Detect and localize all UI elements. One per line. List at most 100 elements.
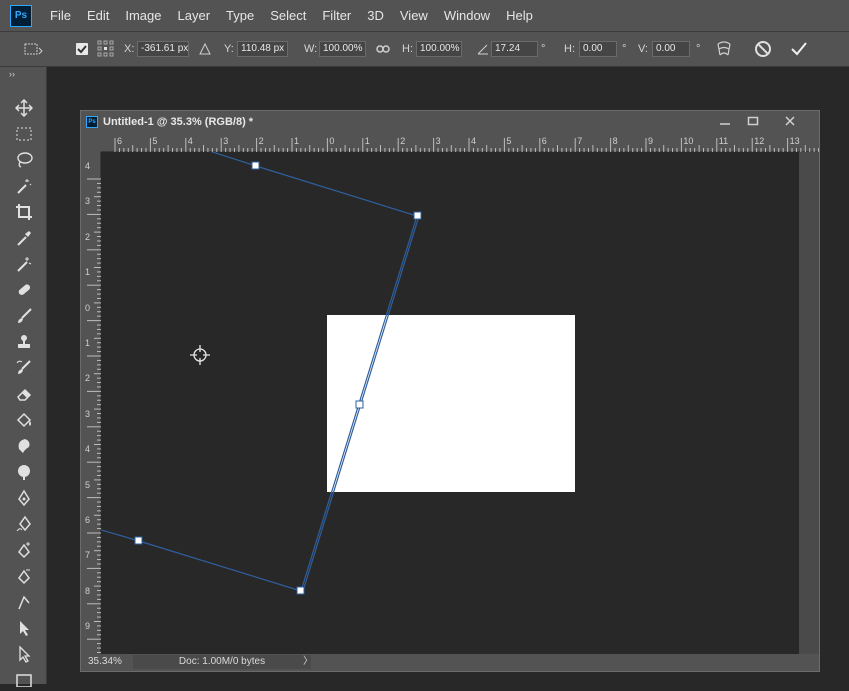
angle-unit: °	[541, 43, 546, 55]
canvas-area[interactable]	[101, 152, 799, 654]
x-label: X:	[124, 43, 135, 55]
document-ps-icon: Ps	[86, 116, 98, 128]
rotate-angle-field[interactable]: 17.24	[491, 41, 538, 57]
vertical-ruler[interactable]: 4 3 2 1 0 1 2 3 4 5 6 7 8 9	[83, 152, 101, 654]
ruler-top-label: 10	[683, 136, 694, 146]
menu-image[interactable]: Image	[117, 0, 169, 31]
ruler-left-label: 0	[85, 302, 91, 313]
bandage-tool-icon[interactable]	[12, 279, 36, 301]
ruler-top-label: 0	[329, 136, 335, 146]
ruler-left-label: 7	[85, 550, 91, 561]
zoom-level-field[interactable]: 35.34%	[85, 655, 130, 669]
freeform-pen-tool-icon[interactable]	[12, 513, 36, 535]
rectangle-tool-icon[interactable]	[12, 669, 36, 691]
ruler-top-label: 1	[294, 136, 300, 146]
crop-tool-icon[interactable]	[12, 201, 36, 223]
brush-tool-icon[interactable]	[12, 305, 36, 327]
blur-tool-icon[interactable]	[12, 435, 36, 457]
document-title: Untitled-1 @ 35.3% (RGB/8) *	[103, 116, 254, 128]
w-label: W:	[304, 43, 318, 55]
maximize-icon[interactable]	[746, 115, 760, 129]
move-tool-icon[interactable]	[12, 97, 36, 119]
status-bar: 35.34% Doc: 1.00M/0 bytes 〉	[81, 654, 819, 671]
ruler-left-label: 4	[85, 161, 91, 171]
photoshop-logo: Ps	[10, 4, 32, 27]
ruler-top-label: 13	[789, 136, 800, 146]
ruler-left-label: 4	[85, 444, 91, 455]
menu-select[interactable]: Select	[262, 0, 314, 31]
warp-mode-icon[interactable]	[714, 32, 734, 66]
eraser-tool-icon[interactable]	[12, 383, 36, 405]
dodge-tool-icon[interactable]	[12, 461, 36, 483]
ruler-origin[interactable]	[83, 134, 101, 152]
menu-type[interactable]: Type	[218, 0, 262, 31]
ruler-top-label: 7	[577, 136, 583, 146]
reference-point-checkbox[interactable]	[74, 32, 90, 66]
ruler-left-label: 3	[85, 196, 91, 207]
menu-help[interactable]: Help	[498, 0, 541, 31]
menu-filter[interactable]: Filter	[314, 0, 359, 31]
history-brush-tool-icon[interactable]	[12, 357, 36, 379]
magic-wand-tool-icon[interactable]	[12, 175, 36, 197]
relative-positioning-icon[interactable]	[198, 32, 212, 66]
ruler-left-label: 5	[85, 479, 91, 490]
collapse-toolbar-button[interactable]: ››	[9, 69, 15, 79]
cancel-transform-icon[interactable]	[754, 32, 772, 66]
ruler-left-label: 9	[85, 621, 91, 632]
transform-handle-bottom-right	[296, 586, 305, 595]
width-field[interactable]: 100.00%	[319, 41, 366, 57]
document-tab[interactable]: Ps Untitled-1 @ 35.3% (RGB/8) *	[81, 111, 819, 134]
eyedropper-tool-icon[interactable]	[12, 227, 36, 249]
reference-point-locator-icon[interactable]	[96, 32, 116, 66]
horizontal-skew-field[interactable]: 0.00	[579, 41, 617, 57]
menu-bar: Ps File Edit Image Layer Type Select Fil…	[0, 0, 849, 31]
y-position-field[interactable]: 110.48 px	[237, 41, 288, 57]
menu-layer[interactable]: Layer	[170, 0, 219, 31]
path-selection-tool-icon[interactable]	[12, 617, 36, 639]
commit-transform-icon[interactable]	[789, 32, 809, 66]
close-icon[interactable]	[783, 115, 797, 129]
x-position-field[interactable]: -361.61 px	[137, 41, 189, 57]
transform-tool-preset-icon[interactable]	[22, 32, 44, 66]
clone-stamp-tool-icon[interactable]	[12, 331, 36, 353]
ruler-top-label: 5	[152, 136, 158, 146]
document-info: Doc: 1.00M/0 bytes	[133, 655, 311, 669]
vskew-label: V:	[638, 43, 648, 55]
minimize-icon[interactable]	[718, 115, 732, 129]
rotate-angle-icon	[476, 32, 490, 66]
h-label: H:	[402, 43, 413, 55]
hskew-unit: °	[622, 43, 627, 55]
vertical-scrollbar[interactable]	[799, 152, 819, 654]
menu-edit[interactable]: Edit	[79, 0, 117, 31]
menu-file[interactable]: File	[42, 0, 79, 31]
ruler-top-label: 3	[435, 136, 441, 146]
lasso-tool-icon[interactable]	[12, 149, 36, 171]
healing-brush-tool-icon[interactable]	[12, 253, 36, 275]
tools-panel: ››	[0, 67, 47, 687]
reference-point-icon	[190, 345, 210, 365]
delete-anchor-point-tool-icon[interactable]	[12, 565, 36, 587]
horizontal-ruler[interactable]: 6 5 4 3 2 1 0 1 2 3 4 5 6 7 8 9 10 11 12 13	[101, 134, 819, 152]
ruler-top-label: 12	[754, 136, 765, 146]
ruler-left-label: 6	[85, 515, 91, 525]
paint-bucket-tool-icon[interactable]	[12, 409, 36, 431]
transform-path[interactable]	[101, 152, 799, 654]
add-anchor-point-tool-icon[interactable]	[12, 539, 36, 561]
status-menu-arrow[interactable]: 〉	[303, 655, 313, 669]
ruler-top-label: 9	[648, 136, 654, 146]
menu-view[interactable]: View	[392, 0, 436, 31]
options-bar: X: -361.61 px Y: 110.48 px W: 100.00% H:…	[0, 31, 849, 67]
menu-window[interactable]: Window	[436, 0, 498, 31]
ruler-left-label: 1	[85, 338, 91, 348]
link-icon[interactable]	[376, 32, 390, 66]
marquee-tool-icon[interactable]	[12, 123, 36, 145]
direct-selection-tool-icon[interactable]	[12, 643, 36, 665]
ruler-top-label: 4	[471, 136, 477, 146]
vertical-skew-field[interactable]: 0.00	[652, 41, 690, 57]
menu-3d[interactable]: 3D	[359, 0, 392, 31]
pen-tool-icon[interactable]	[12, 487, 36, 509]
height-field[interactable]: 100.00%	[416, 41, 462, 57]
convert-point-tool-icon[interactable]	[12, 591, 36, 613]
ruler-left-label: 2	[85, 231, 91, 242]
ruler-left-label: 2	[85, 373, 91, 384]
